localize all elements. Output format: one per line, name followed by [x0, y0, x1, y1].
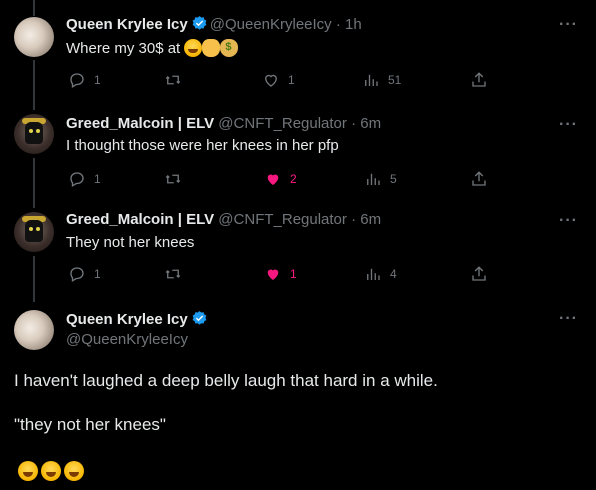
retweet-icon	[165, 174, 181, 184]
heart-filled-icon	[267, 174, 279, 185]
author-name[interactable]: Greed_Malcoin | ELV	[66, 115, 214, 132]
heart-filled-icon	[267, 269, 279, 280]
action-bar: 1 1 4	[66, 265, 486, 285]
avatar[interactable]	[14, 17, 54, 57]
reply-icon	[70, 73, 84, 88]
avatar[interactable]	[14, 114, 54, 154]
main-tweet-line-1: I haven't laughed a deep belly laugh tha…	[14, 371, 438, 390]
share-icon	[472, 171, 486, 186]
tears-of-joy-emoji-icon	[64, 461, 84, 481]
heart-icon	[265, 74, 277, 87]
retweet-button[interactable]	[164, 265, 190, 283]
views-icon	[367, 268, 380, 280]
views-button[interactable]: 5	[364, 170, 397, 188]
reply-button[interactable]: 1	[68, 265, 101, 283]
more-options-icon[interactable]: ···	[559, 116, 578, 134]
verified-badge-icon	[192, 311, 207, 325]
share-button[interactable]	[470, 170, 488, 188]
reply-icon	[70, 267, 84, 282]
author-handle[interactable]: @QueenKryleeIcy	[66, 331, 210, 348]
more-options-icon[interactable]: ···	[559, 16, 578, 34]
views-button[interactable]: 4	[364, 265, 397, 283]
avatar[interactable]	[14, 212, 54, 252]
action-bar: 1 1 51	[66, 71, 486, 91]
tears-of-joy-emoji-icon	[41, 461, 61, 481]
like-button[interactable]: 2	[264, 170, 297, 188]
main-tweet-line-2: "they not her knees"	[14, 415, 166, 434]
like-button[interactable]: 1	[264, 265, 297, 283]
tweet-text: Where my 30$ at	[66, 39, 239, 57]
action-bar: 1 2 5	[66, 170, 486, 190]
tears-of-joy-emoji-icon	[18, 461, 38, 481]
author-name[interactable]: Queen Krylee Icy	[66, 16, 188, 33]
tweet-text: I thought those were her knees in her pf…	[66, 137, 339, 154]
tweet-header: Greed_Malcoin | ELV @CNFT_Regulator · 6m	[66, 211, 381, 228]
verified-badge-icon	[192, 16, 207, 30]
share-button[interactable]	[470, 71, 488, 89]
tweet-header: Queen Krylee Icy @QueenKryleeIcy · 1h	[66, 15, 362, 33]
tweet-header: Greed_Malcoin | ELV @CNFT_Regulator · 6m	[66, 115, 381, 132]
author-name[interactable]: Queen Krylee Icy	[66, 311, 188, 328]
call-me-hand-emoji-icon	[202, 39, 221, 57]
retweet-button[interactable]	[164, 170, 190, 188]
reply-button[interactable]: 1	[68, 71, 101, 89]
money-bag-emoji-icon	[220, 39, 239, 57]
author-name[interactable]: Greed_Malcoin | ELV	[66, 211, 214, 228]
author-handle-time[interactable]: @CNFT_Regulator · 6m	[218, 211, 381, 228]
tweet-3[interactable]: Greed_Malcoin | ELV @CNFT_Regulator · 6m…	[0, 198, 596, 298]
views-icon	[367, 173, 380, 185]
author-handle-time[interactable]: @QueenKryleeIcy · 1h	[210, 16, 362, 33]
like-button[interactable]: 1	[262, 71, 295, 89]
avatar[interactable]	[14, 310, 54, 350]
retweet-button[interactable]	[164, 71, 190, 89]
share-icon	[472, 266, 486, 281]
views-icon	[365, 74, 378, 86]
retweet-icon	[165, 75, 181, 85]
reply-button[interactable]: 1	[68, 170, 101, 188]
tweet-text: They not her knees	[66, 234, 195, 251]
share-icon	[472, 72, 486, 87]
views-button[interactable]: 51	[362, 71, 401, 89]
reply-icon	[70, 172, 84, 187]
main-tweet-header: Queen Krylee Icy @QueenKryleeIcy	[66, 310, 210, 348]
tears-of-joy-emoji-icon	[184, 39, 203, 57]
tweet-1[interactable]: Queen Krylee Icy @QueenKryleeIcy · 1h ···…	[0, 0, 596, 100]
main-tweet-emojis	[18, 461, 87, 486]
retweet-icon	[165, 269, 181, 279]
tweet-2[interactable]: Greed_Malcoin | ELV @CNFT_Regulator · 6m…	[0, 100, 596, 198]
author-handle-time[interactable]: @CNFT_Regulator · 6m	[218, 115, 381, 132]
more-options-icon[interactable]: ···	[559, 212, 578, 230]
more-options-icon[interactable]: ···	[559, 310, 578, 328]
share-button[interactable]	[470, 265, 488, 283]
